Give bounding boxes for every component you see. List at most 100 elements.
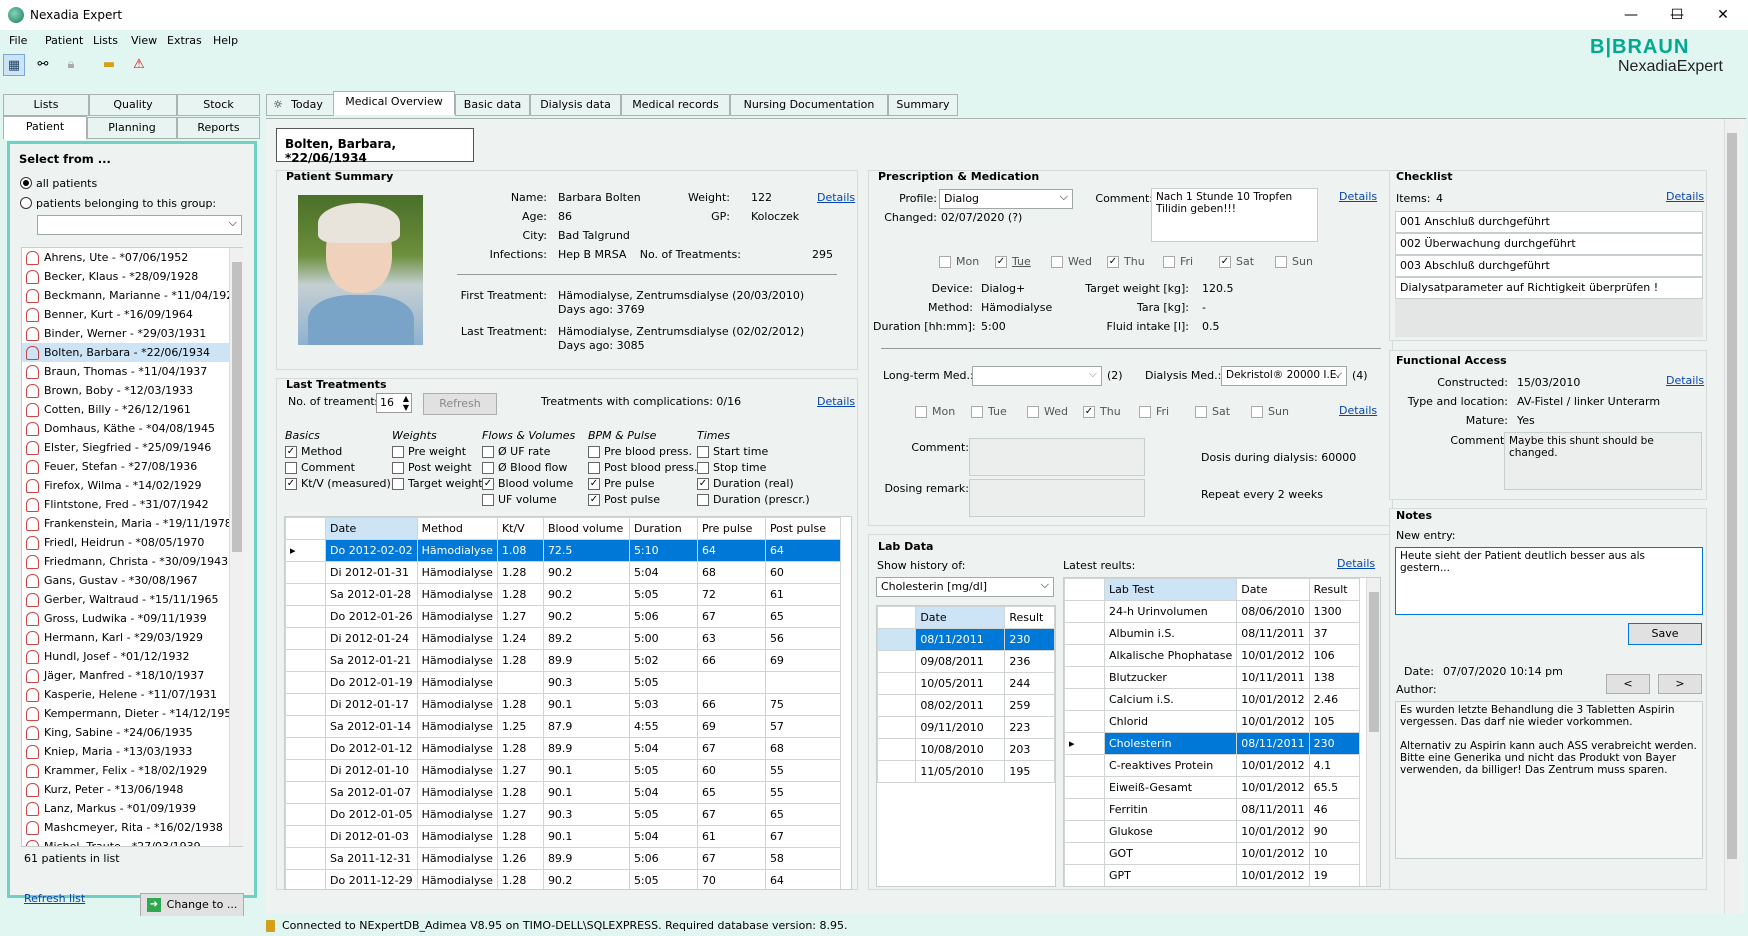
row-header[interactable] xyxy=(877,694,917,717)
row-header[interactable] xyxy=(285,803,326,826)
column-header[interactable]: Lab Test xyxy=(1103,578,1238,601)
row-header[interactable]: ▸ xyxy=(1064,732,1105,755)
table-cell[interactable]: Di 2012-01-24 xyxy=(325,627,418,650)
row-header[interactable] xyxy=(877,628,917,651)
column-checkbox[interactable] xyxy=(392,478,404,490)
day-checkbox[interactable] xyxy=(1219,256,1231,268)
table-cell[interactable]: 67 xyxy=(696,737,766,760)
patient-list-item[interactable]: Mashcmeyer, Rita - *16/02/1938 xyxy=(22,818,242,837)
table-cell[interactable]: 195 xyxy=(1004,760,1055,783)
table-cell[interactable]: 87.9 xyxy=(542,715,630,738)
table-cell[interactable]: Albumin i.S. xyxy=(1103,622,1238,645)
column-checkbox[interactable] xyxy=(482,494,494,506)
table-cell[interactable]: 4:55 xyxy=(628,715,698,738)
table-cell[interactable]: 08/11/2011 xyxy=(915,628,1006,651)
table-cell[interactable]: 4.1 xyxy=(1308,754,1360,777)
table-cell[interactable]: Hämodialyse xyxy=(416,649,498,672)
long-term-med-dropdown[interactable] xyxy=(972,366,1102,386)
table-cell[interactable]: 67 xyxy=(696,605,766,628)
day-checkbox[interactable] xyxy=(1107,256,1119,268)
table-cell[interactable]: 90 xyxy=(1308,820,1360,843)
table-cell[interactable]: 90.1 xyxy=(542,759,630,782)
column-checkbox[interactable] xyxy=(588,494,600,506)
column-header[interactable]: Date xyxy=(915,606,1006,629)
table-cell[interactable]: 08/11/2011 xyxy=(1236,798,1310,821)
table-cell[interactable]: 5:04 xyxy=(628,561,698,584)
patient-list-item[interactable]: Hermann, Karl - *29/03/1929 xyxy=(22,628,242,647)
table-cell[interactable]: 90.2 xyxy=(542,869,630,889)
day-checkbox[interactable] xyxy=(939,256,951,268)
column-header[interactable]: Blood volume xyxy=(542,517,630,540)
table-cell[interactable]: 63 xyxy=(696,627,766,650)
table-cell[interactable]: 70 xyxy=(696,869,766,889)
calendar-icon[interactable]: ▦ xyxy=(3,54,25,76)
table-cell[interactable]: 64 xyxy=(764,869,841,889)
table-cell[interactable]: 230 xyxy=(1308,732,1360,755)
tab-reports[interactable]: Reports xyxy=(177,117,260,139)
row-header[interactable] xyxy=(1064,622,1105,645)
table-cell[interactable] xyxy=(764,671,841,694)
table-cell[interactable]: 203 xyxy=(1004,738,1055,761)
checklist-item[interactable]: Dialysatparameter auf Richtigkeit überpr… xyxy=(1395,277,1703,299)
table-cell[interactable]: 5:06 xyxy=(628,847,698,870)
table-cell[interactable]: Di 2012-01-17 xyxy=(325,693,418,716)
patient-list-item[interactable]: King, Sabine - *24/06/1935 xyxy=(22,723,242,742)
table-cell[interactable]: Do 2011-12-29 xyxy=(325,869,418,889)
table-cell[interactable]: 10/05/2011 xyxy=(915,672,1006,695)
column-checkbox[interactable] xyxy=(482,478,494,490)
table-cell[interactable]: 1.27 xyxy=(496,759,544,782)
table-cell[interactable]: 89.9 xyxy=(542,737,630,760)
patient-list-item[interactable]: Kempermann, Dieter - *14/12/1954 xyxy=(22,704,242,723)
checklist-details-link[interactable]: Details xyxy=(1666,190,1704,203)
row-header[interactable] xyxy=(1064,864,1105,886)
table-cell[interactable]: 259 xyxy=(1004,694,1055,717)
row-header[interactable] xyxy=(285,693,326,716)
patient-list-item[interactable]: Beckmann, Marianne - *11/04/1922 xyxy=(22,286,242,305)
table-cell[interactable]: Hämodialyse xyxy=(416,781,498,804)
patient-list-item[interactable]: Becker, Klaus - *28/09/1928 xyxy=(22,267,242,286)
table-cell[interactable]: 65 xyxy=(764,605,841,628)
table-cell[interactable]: Hämodialyse xyxy=(416,737,498,760)
table-cell[interactable]: 90.1 xyxy=(542,825,630,848)
row-header[interactable] xyxy=(1064,842,1105,865)
row-header[interactable] xyxy=(285,825,326,848)
warning-icon[interactable]: ⚠ xyxy=(128,54,150,76)
table-cell[interactable]: 89.9 xyxy=(542,649,630,672)
patient-list-item[interactable]: Gross, Ludwika - *09/11/1939 xyxy=(22,609,242,628)
access-details-link[interactable]: Details xyxy=(1666,374,1704,387)
previous-note-button[interactable]: < xyxy=(1606,674,1650,694)
column-checkbox[interactable] xyxy=(697,494,709,506)
dialysis-med-dropdown[interactable]: Dekristol® 20000 I.E. xyxy=(1221,366,1347,386)
table-cell[interactable]: 5:04 xyxy=(628,825,698,848)
patient-list-item[interactable]: Domhaus, Käthe - *04/08/1945 xyxy=(22,419,242,438)
table-cell[interactable]: Chlorid xyxy=(1103,710,1238,733)
table-cell[interactable]: 64 xyxy=(764,539,841,562)
table-cell[interactable]: 10/01/2012 xyxy=(1236,864,1310,886)
day-checkbox[interactable] xyxy=(1027,406,1039,418)
table-cell[interactable]: 69 xyxy=(696,715,766,738)
table-cell[interactable]: 1.28 xyxy=(496,649,544,672)
table-cell[interactable]: Hämodialyse xyxy=(416,803,498,826)
tab-today[interactable]: ☼ Today xyxy=(266,94,334,116)
table-cell[interactable]: 90.2 xyxy=(542,583,630,606)
table-cell[interactable]: 55 xyxy=(764,759,841,782)
row-header[interactable] xyxy=(285,781,326,804)
day-checkbox[interactable] xyxy=(1139,406,1151,418)
binoculars-icon[interactable]: ⚯ xyxy=(32,54,54,76)
table-cell[interactable]: 5:10 xyxy=(628,539,698,562)
table-cell[interactable]: Alkalische Phophatase xyxy=(1103,644,1238,667)
table-cell[interactable]: 10/01/2012 xyxy=(1236,754,1310,777)
column-checkbox[interactable] xyxy=(285,478,297,490)
prescription-details-link[interactable]: Details xyxy=(1339,190,1377,203)
latest-results-scrollbar[interactable] xyxy=(1366,578,1380,886)
day-checkbox[interactable] xyxy=(971,406,983,418)
row-header[interactable] xyxy=(877,650,917,673)
column-header[interactable]: Result xyxy=(1308,578,1360,601)
table-cell[interactable]: 230 xyxy=(1004,628,1055,651)
tab-quality[interactable]: Quality xyxy=(89,94,177,116)
table-cell[interactable]: 08/11/2011 xyxy=(1236,622,1310,645)
table-cell[interactable]: 68 xyxy=(764,737,841,760)
table-cell[interactable]: Blutzucker xyxy=(1103,666,1238,689)
patient-list-item[interactable]: Jäger, Manfred - *18/10/1937 xyxy=(22,666,242,685)
tab-lists[interactable]: Lists xyxy=(3,94,89,116)
